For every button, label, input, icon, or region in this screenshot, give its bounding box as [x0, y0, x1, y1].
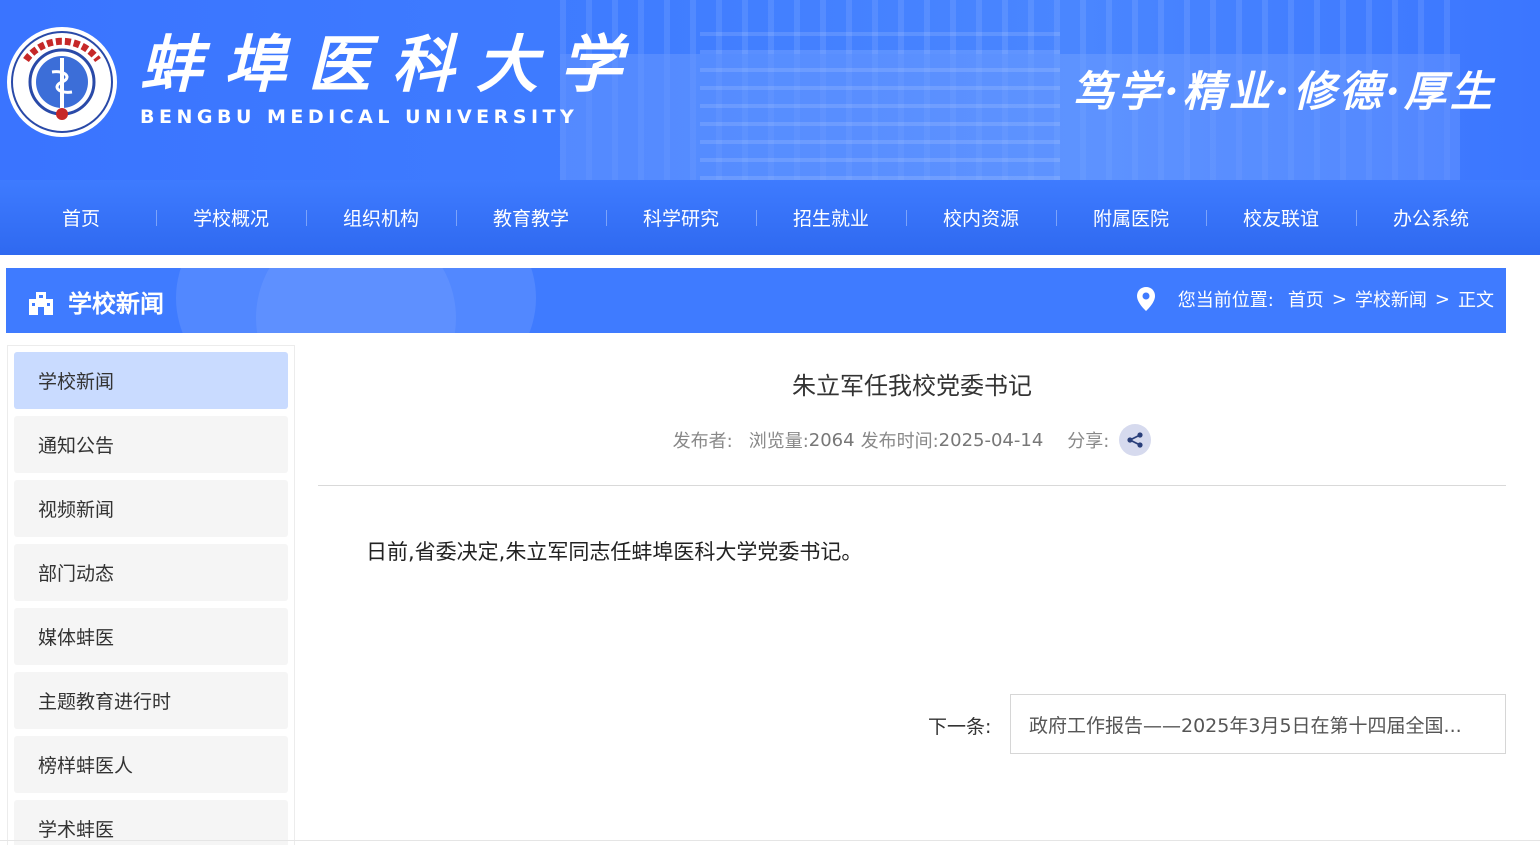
nav-item-alumni[interactable]: 校友联谊 — [1206, 204, 1356, 231]
university-logo[interactable] — [6, 26, 118, 138]
nav-item-organization[interactable]: 组织机构 — [306, 204, 456, 231]
section-header-bar: 学校新闻 您当前位置: 首页 > 学校新闻 > 正文 — [6, 268, 1506, 333]
location-pin-icon — [1136, 287, 1155, 311]
section-title-text: 学校新闻 — [68, 290, 164, 318]
sidebar-item-department-news[interactable]: 部门动态 — [14, 544, 288, 601]
school-name-en: BENGBU MEDICAL UNIVERSITY — [140, 106, 579, 128]
page-bottom-border — [0, 840, 1540, 841]
breadcrumb-news[interactable]: 学校新闻 — [1355, 286, 1427, 312]
sidebar-item-media[interactable]: 媒体蚌医 — [14, 608, 288, 665]
section-bar-decoration-2 — [256, 268, 456, 333]
publisher-label: 发布者: — [672, 431, 733, 452]
header-building-decoration-2 — [700, 20, 1060, 180]
next-article-label: 下一条: — [928, 716, 992, 738]
section-title: 学校新闻 — [26, 284, 164, 319]
nav-item-admission[interactable]: 招生就业 — [756, 204, 906, 231]
next-article-link[interactable]: 政府工作报告——2025年3月5日在第十四届全国... — [1010, 694, 1506, 754]
sidebar-item-role-models[interactable]: 榜样蚌医人 — [14, 736, 288, 793]
share-glyph-icon — [1127, 432, 1143, 448]
share-label: 分享: — [1067, 431, 1110, 452]
sidebar-item-academic[interactable]: 学术蚌医 — [14, 800, 288, 845]
article-meta: 发布者: 浏览量: 2064 发布时间: 2025-04-14 分享: — [318, 424, 1506, 456]
site-header: 蚌埠医科大学 BENGBU MEDICAL UNIVERSITY 笃学·精业·修… — [0, 0, 1540, 180]
building-icon — [29, 291, 53, 315]
views-label: 浏览量: — [748, 431, 809, 452]
sidebar-item-theme-education[interactable]: 主题教育进行时 — [14, 672, 288, 729]
date-value: 2025-04-14 — [938, 429, 1044, 451]
school-motto: 笃学·精业·修德·厚生 — [1072, 67, 1496, 116]
breadcrumb-current: 正文 — [1458, 290, 1494, 311]
nav-item-home[interactable]: 首页 — [6, 204, 156, 231]
breadcrumb-separator: > — [1331, 288, 1347, 310]
nav-item-overview[interactable]: 学校概况 — [156, 204, 306, 231]
views-value: 2064 — [808, 429, 855, 451]
sidebar: 学校新闻 通知公告 视频新闻 部门动态 媒体蚌医 主题教育进行时 榜样蚌医人 学… — [7, 345, 295, 845]
main-nav: 首页 学校概况 组织机构 教育教学 科学研究 招生就业 校内资源 附属医院 校友… — [0, 180, 1540, 255]
sidebar-item-school-news[interactable]: 学校新闻 — [14, 352, 288, 409]
nav-item-office[interactable]: 办公系统 — [1356, 204, 1506, 231]
article-title: 朱立军任我校党委书记 — [792, 372, 1032, 400]
breadcrumb: 您当前位置: 首页 > 学校新闻 > 正文 — [1136, 286, 1494, 312]
breadcrumb-separator: > — [1434, 288, 1450, 310]
article-divider — [318, 485, 1506, 486]
sidebar-item-video-news[interactable]: 视频新闻 — [14, 480, 288, 537]
nav-item-hospitals[interactable]: 附属医院 — [1056, 204, 1206, 231]
date-label: 发布时间: — [860, 431, 939, 452]
sidebar-item-notices[interactable]: 通知公告 — [14, 416, 288, 473]
article-body: 日前,省委决定,朱立军同志任蚌埠医科大学党委书记。 — [366, 540, 863, 564]
breadcrumb-home[interactable]: 首页 — [1288, 286, 1324, 312]
location-label: 您当前位置: — [1177, 290, 1274, 311]
nav-item-research[interactable]: 科学研究 — [606, 204, 756, 231]
nav-item-resources[interactable]: 校内资源 — [906, 204, 1056, 231]
school-name-cn: 蚌埠医科大学 — [140, 28, 645, 101]
nav-item-education[interactable]: 教育教学 — [456, 204, 606, 231]
share-icon[interactable] — [1119, 424, 1152, 456]
